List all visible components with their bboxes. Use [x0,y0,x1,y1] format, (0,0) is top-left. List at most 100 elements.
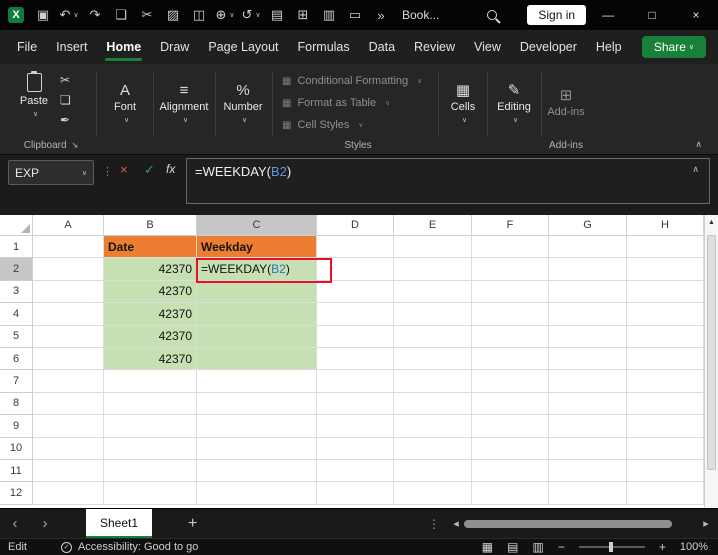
cut-button[interactable]: ✂ [60,74,71,86]
cell-H6[interactable] [627,347,704,371]
cell-B10[interactable] [104,437,197,460]
scroll-up-icon[interactable]: ▲ [705,215,718,226]
cell-H7[interactable] [627,370,704,393]
number-group-button[interactable]: % Number ∨ [218,72,268,134]
cell-A10[interactable] [33,437,104,460]
row-header-3[interactable]: 3 [0,280,33,304]
cell-G7[interactable] [549,370,627,393]
collapse-ribbon-icon[interactable]: ∧ [695,139,702,150]
row-header-2[interactable]: 2 [0,258,33,281]
enter-entry-button[interactable]: ✓ [144,162,155,178]
undo-icon[interactable]: ↶ ∨ [56,7,82,23]
cell-A4[interactable] [33,303,104,326]
accessibility-status[interactable]: Accessibility: Good to go [78,541,198,553]
editing-group-button[interactable]: ✎ Editing ∨ [490,72,538,134]
tab-insert[interactable]: Insert [53,30,90,64]
paste-button[interactable]: Paste ∨ [12,70,56,136]
format-painter-button[interactable]: ✒ [60,114,71,126]
cell-G9[interactable] [549,415,627,438]
cell-F5[interactable] [472,325,549,348]
cell-G1[interactable] [549,236,627,259]
hscroll-right-icon[interactable]: ▸ [700,517,712,530]
camera-icon[interactable]: ▥ [316,7,342,23]
column-header-B[interactable]: B [104,215,197,236]
cell-B12[interactable] [104,482,197,505]
cell-H11[interactable] [627,459,704,483]
zoom-slider[interactable] [578,542,645,552]
cell-G2[interactable] [549,258,627,281]
cell-D5[interactable] [317,325,394,348]
cell-C9[interactable] [197,415,317,438]
vertical-scroll-thumb[interactable] [707,235,716,470]
add-ins-button[interactable]: ⊞ Add-ins [544,72,588,134]
hscroll-thumb[interactable] [464,519,672,528]
tab-view[interactable]: View [471,30,504,64]
cell-H9[interactable] [627,415,704,438]
tab-page-layout[interactable]: Page Layout [205,30,281,64]
cell-B3[interactable]: 42370 [104,280,197,304]
cell-E7[interactable] [394,370,472,393]
cell-E3[interactable] [394,280,472,304]
tab-formulas[interactable]: Formulas [295,30,353,64]
cell-G12[interactable] [549,482,627,505]
conditional-formatting-button[interactable]: ▦ Conditional Formatting ∨ [282,70,434,92]
sheet-nav-left-icon[interactable]: ‹ [0,515,30,532]
new-sheet-button[interactable]: + [188,515,197,533]
cell-F2[interactable] [472,258,549,281]
cell-H4[interactable] [627,303,704,326]
cell-F4[interactable] [472,303,549,326]
row-header-4[interactable]: 4 [0,303,33,326]
cell-D1[interactable] [317,236,394,259]
formula-input[interactable]: =WEEKDAY(B2) ∧ [186,158,710,204]
row-header-7[interactable]: 7 [0,370,33,393]
cell-F7[interactable] [472,370,549,393]
column-header-H[interactable]: H [627,215,704,236]
collapse-formula-bar-icon[interactable]: ∧ [692,164,699,175]
cell-G6[interactable] [549,347,627,371]
vertical-scrollbar[interactable]: ▲ [704,215,718,508]
cell-E8[interactable] [394,392,472,416]
cell-B5[interactable]: 42370 [104,325,197,348]
zoom-slider-thumb[interactable] [608,542,613,552]
hscroll-left-icon[interactable]: ◂ [450,517,462,530]
save-icon[interactable]: ▣ [30,7,56,23]
column-header-G[interactable]: G [549,215,627,236]
row-header-9[interactable]: 9 [0,415,33,438]
cell-C8[interactable] [197,392,317,416]
tab-home[interactable]: Home [103,30,144,64]
tab-help[interactable]: Help [593,30,625,64]
cell-E12[interactable] [394,482,472,505]
tab-data[interactable]: Data [366,30,398,64]
cell-A11[interactable] [33,459,104,483]
column-header-C[interactable]: C [197,215,317,236]
sheet-options-icon[interactable]: ⋮ [428,517,440,531]
copy-icon[interactable]: ❏ [108,7,134,23]
tab-draw[interactable]: Draw [157,30,192,64]
cell-G4[interactable] [549,303,627,326]
cell-G10[interactable] [549,437,627,460]
cell-A8[interactable] [33,392,104,416]
cell-C10[interactable] [197,437,317,460]
cell-mode-indicator[interactable]: Edit [8,541,27,553]
cell-G5[interactable] [549,325,627,348]
cell-B7[interactable] [104,370,197,393]
close-button[interactable]: × [674,0,718,30]
cell-D4[interactable] [317,303,394,326]
column-header-A[interactable]: A [33,215,104,236]
cell-D7[interactable] [317,370,394,393]
font-group-button[interactable]: A Font ∨ [102,72,148,134]
undo-history-icon[interactable]: ↺ ∨ [238,7,264,23]
sign-in-button[interactable]: Sign in [527,5,587,25]
cell-F1[interactable] [472,236,549,259]
keyboard-icon[interactable]: ▭ [342,7,368,23]
cell-C4[interactable] [197,303,317,326]
name-box-resizer[interactable]: ⋮ [102,165,113,178]
page-break-view-button[interactable]: ▥ [532,540,543,554]
share-button[interactable]: Share ∨ [641,36,706,58]
borders-icon[interactable]: ⊞ [290,7,316,23]
redo-icon[interactable]: ↷ [82,7,108,23]
copy-button[interactable]: ❏ [60,94,71,106]
name-box[interactable]: EXP ∨ [8,160,94,185]
cell-H5[interactable] [627,325,704,348]
print-icon[interactable]: ▤ [264,7,290,23]
